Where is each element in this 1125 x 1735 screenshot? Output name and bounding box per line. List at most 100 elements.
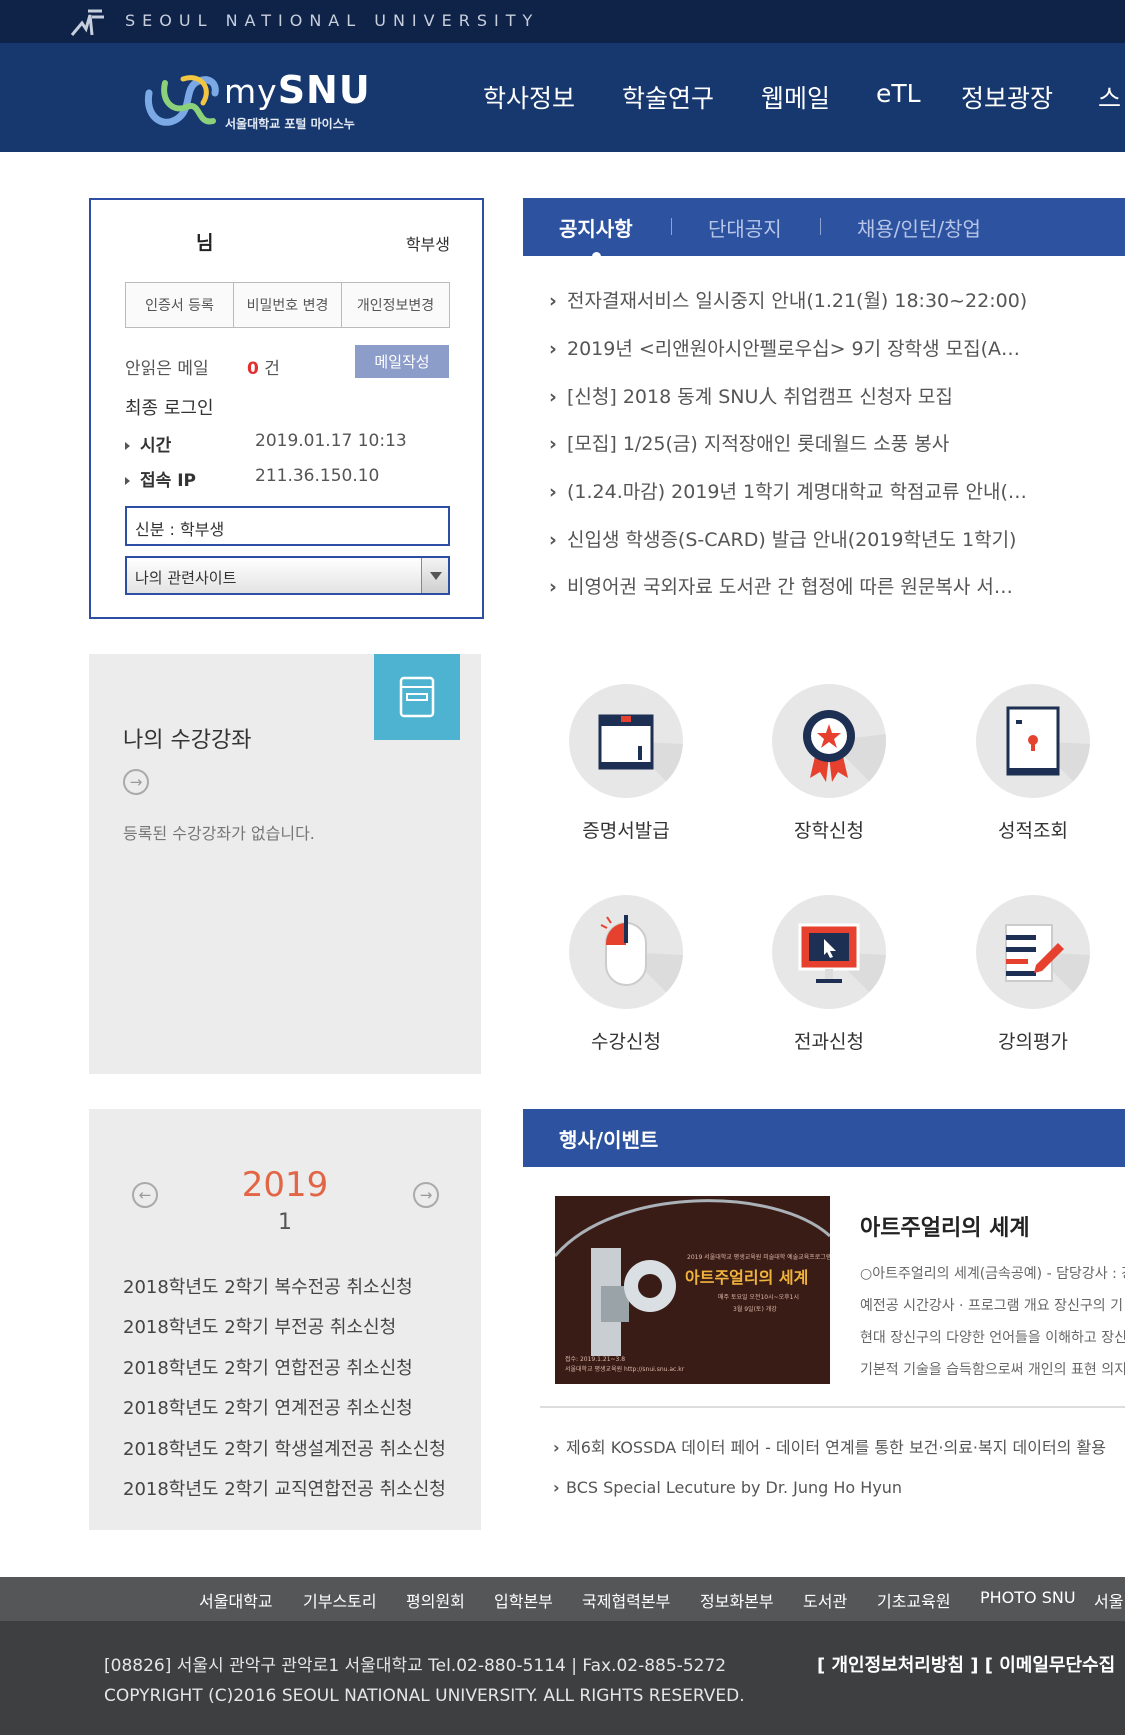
calendar-event-item[interactable]: 2018학년도 2학기 연계전공 취소신청	[123, 1394, 413, 1420]
quick-link-department-transfer[interactable]: 전과신청	[744, 895, 914, 1054]
arrow-right-icon[interactable]: →	[123, 769, 149, 795]
login-ip-label: 접속 IP	[125, 466, 196, 491]
university-name: SEOUL NATIONAL UNIVERSITY	[125, 11, 540, 30]
quick-link-course-registration[interactable]: 수강신청	[541, 895, 711, 1054]
academic-calendar-panel: ← 2019 → 1 2018학년도 2학기 복수전공 취소신청 2018학년도…	[89, 1109, 481, 1530]
nav-etl[interactable]: eTL	[876, 79, 921, 108]
notice-tab-bar: 공지사항 단대공지 채용/인턴/창업	[523, 198, 1125, 256]
calendar-event-item[interactable]: 2018학년도 2학기 학생설계전공 취소신청	[123, 1435, 446, 1461]
footer-link-council[interactable]: 평의원회	[406, 1588, 465, 1612]
footer-address: [08826] 서울시 관악구 관악로1 서울대학교 Tel.02-880-51…	[104, 1656, 727, 1676]
user-info-panel: 님 학부생 인증서 등록 비밀번호 변경 개인정보변경 안읽은 메일 0 건 메…	[89, 198, 484, 619]
quick-link-course-evaluation[interactable]: 강의평가	[948, 895, 1118, 1054]
notice-item[interactable]: (1.24.마감) 2019년 1학기 계명대학교 학점교류 안내(학부)	[549, 477, 1029, 504]
event-link[interactable]: BCS Special Lecuture by Dr. Jung Ho Hyun	[553, 1478, 902, 1497]
footer-link-donation[interactable]: 기부스토리	[303, 1588, 377, 1612]
document-pen-icon	[976, 895, 1090, 1009]
compose-mail-button[interactable]: 메일작성	[355, 345, 449, 378]
scholarship-medal-icon	[772, 684, 886, 798]
calendar-event-item[interactable]: 2018학년도 2학기 복수전공 취소신청	[123, 1273, 413, 1299]
tab-notices[interactable]: 공지사항	[559, 213, 633, 242]
mouse-click-icon	[569, 895, 683, 1009]
nav-info-plaza[interactable]: 정보광장	[961, 79, 1053, 115]
quick-link-certificate[interactable]: 증명서발급	[541, 684, 711, 843]
calendar-event-item[interactable]: 2018학년도 2학기 부전공 취소신청	[123, 1313, 396, 1339]
event-heading[interactable]: 아트주얼리의 세계	[860, 1210, 1030, 1242]
footer-link-snu[interactable]: 서울대학교	[199, 1588, 273, 1612]
poster-title: 아트주얼리의 세계	[685, 1268, 809, 1287]
mysnu-logo-icon	[144, 75, 219, 126]
footer-copyright: COPYRIGHT (C)2016 SEOUL NATIONAL UNIVERS…	[104, 1686, 745, 1706]
event-link[interactable]: 제6회 KOSSDA 데이터 페어 - 데이터 연계를 통한 보건·의료·복지 …	[553, 1434, 1106, 1458]
notice-item[interactable]: [신청] 2018 동계 SNU人 취업캠프 신청자 모집	[549, 382, 1029, 409]
poster-caption: 매주 토요일 오전10시~오후1시	[718, 1294, 800, 1301]
footer-link-library[interactable]: 도서관	[803, 1588, 847, 1612]
last-login-title: 최종 로그인	[125, 398, 214, 419]
mysnu-logo[interactable]: mySNU 서울대학교 포털 마이스누	[143, 65, 373, 135]
divider	[540, 1406, 1125, 1408]
footer-link-international[interactable]: 국제협력본부	[582, 1588, 670, 1612]
notice-item[interactable]: 전자결재서비스 일시중지 안내(1.21(월) 18:30~22:00)	[549, 286, 1029, 313]
register-certificate-button[interactable]: 인증서 등록	[126, 283, 234, 327]
my-courses-panel: 나의 수강강좌 → 등록된 수강강좌가 없습니다.	[89, 654, 481, 1074]
quick-link-label: 증명서발급	[582, 820, 670, 842]
chevron-down-icon[interactable]	[421, 558, 448, 593]
quick-link-scholarship[interactable]: 장학신청	[744, 684, 914, 843]
user-role: 학부생	[405, 235, 450, 254]
nav-webmail[interactable]: 웹메일	[761, 79, 830, 115]
event-description-line: 예전공 시간강사 · 프로그램 개요 장신구의 기	[860, 1298, 1123, 1314]
nav-research[interactable]: 학술연구	[622, 79, 714, 115]
unread-mail-count[interactable]: 0 건	[247, 354, 280, 379]
footer-link-admissions[interactable]: 입학본부	[494, 1588, 553, 1612]
tab-divider	[820, 218, 821, 235]
login-time-label: 시간	[125, 431, 171, 456]
active-tab-indicator	[592, 252, 601, 257]
footer-link-more[interactable]: 서울	[1094, 1588, 1123, 1612]
events-title[interactable]: 행사/이벤트	[559, 1124, 658, 1153]
quick-link-label: 성적조회	[998, 820, 1068, 842]
calendar-event-item[interactable]: 2018학년도 2학기 연합전공 취소신청	[123, 1354, 413, 1380]
mysnu-subtitle: 서울대학교 포털 마이스누	[225, 117, 355, 131]
calendar-month: 1	[278, 1210, 292, 1235]
login-time-value: 2019.01.17 10:13	[255, 431, 407, 451]
certificate-box-icon	[569, 684, 683, 798]
footer-link-photo-snu[interactable]: PHOTO SNU	[980, 1588, 1076, 1607]
bullet-arrow-icon	[125, 477, 130, 485]
tab-college-notices[interactable]: 단대공지	[708, 213, 782, 242]
course-book-icon[interactable]	[374, 654, 460, 740]
snu-emblem-icon[interactable]	[70, 7, 106, 37]
mysnu-wordmark: mySNU	[224, 68, 371, 112]
poster-caption: 2019 서울대학교 평생교육원 미술대학 예술교육프로그램	[687, 1254, 830, 1261]
arrow-right-icon[interactable]: →	[413, 1182, 439, 1208]
quick-link-label: 수강신청	[591, 1031, 661, 1053]
status-field: 신분 : 학부생	[125, 506, 450, 546]
quick-link-grades[interactable]: 성적조회	[948, 684, 1118, 843]
poster-caption: 3월 9일(토) 개강	[733, 1306, 777, 1313]
notice-item[interactable]: [모집] 1/25(금) 지적장애인 롯데월드 소풍 봉사	[549, 429, 1029, 456]
related-sites-select[interactable]: 나의 관련사이트	[125, 556, 450, 595]
footer-link-it[interactable]: 정보화본부	[700, 1588, 774, 1612]
unread-mail-label: 안읽은 메일	[125, 359, 209, 379]
monitor-cursor-icon	[772, 895, 886, 1009]
account-button-group: 인증서 등록 비밀번호 변경 개인정보변경	[125, 282, 450, 328]
footer-link-basic-education[interactable]: 기초교육원	[877, 1588, 951, 1612]
privacy-policy-link[interactable]: [ 개인정보처리방침 ] [ 이메일무단수집	[817, 1651, 1115, 1677]
event-description-line: 현대 장신구의 다양한 언어들을 이해하고 장신	[860, 1330, 1125, 1346]
notice-item[interactable]: 2019년 <리앤원아시안펠로우십> 9기 장학생 모집(Asia, …	[549, 334, 1029, 361]
footer-navigation: 서울대학교 기부스토리 평의원회 입학본부 국제협력본부 정보화본부 도서관 기…	[0, 1577, 1125, 1621]
notice-item[interactable]: 신입생 학생증(S-CARD) 발급 안내(2019학년도 1학기)	[549, 525, 1029, 552]
calendar-event-item[interactable]: 2018학년도 2학기 교직연합전공 취소신청	[123, 1475, 446, 1501]
event-poster-image[interactable]: 2019 서울대학교 평생교육원 미술대학 예술교육프로그램 아트주얼리의 세계…	[555, 1196, 830, 1384]
poster-caption: 서울대학교 평생교육원 http://snui.snu.ac.kr	[565, 1366, 685, 1373]
quick-link-label: 전과신청	[794, 1031, 864, 1053]
nav-academic-info[interactable]: 학사정보	[483, 79, 575, 115]
tab-jobs-internships[interactable]: 채용/인턴/창업	[857, 213, 981, 242]
edit-profile-button[interactable]: 개인정보변경	[342, 283, 449, 327]
nav-more[interactable]: 스	[1098, 79, 1121, 115]
notice-item[interactable]: 비영어권 국외자료 도서관 간 협정에 따른 원문복사 서비…	[549, 572, 1029, 599]
my-courses-title: 나의 수강강좌	[123, 728, 252, 753]
poster-caption: 접수: 2019.1.21~3.8	[565, 1356, 626, 1363]
change-password-button[interactable]: 비밀번호 변경	[234, 283, 342, 327]
university-strip: SEOUL NATIONAL UNIVERSITY	[0, 0, 1125, 43]
bullet-arrow-icon	[125, 442, 130, 450]
